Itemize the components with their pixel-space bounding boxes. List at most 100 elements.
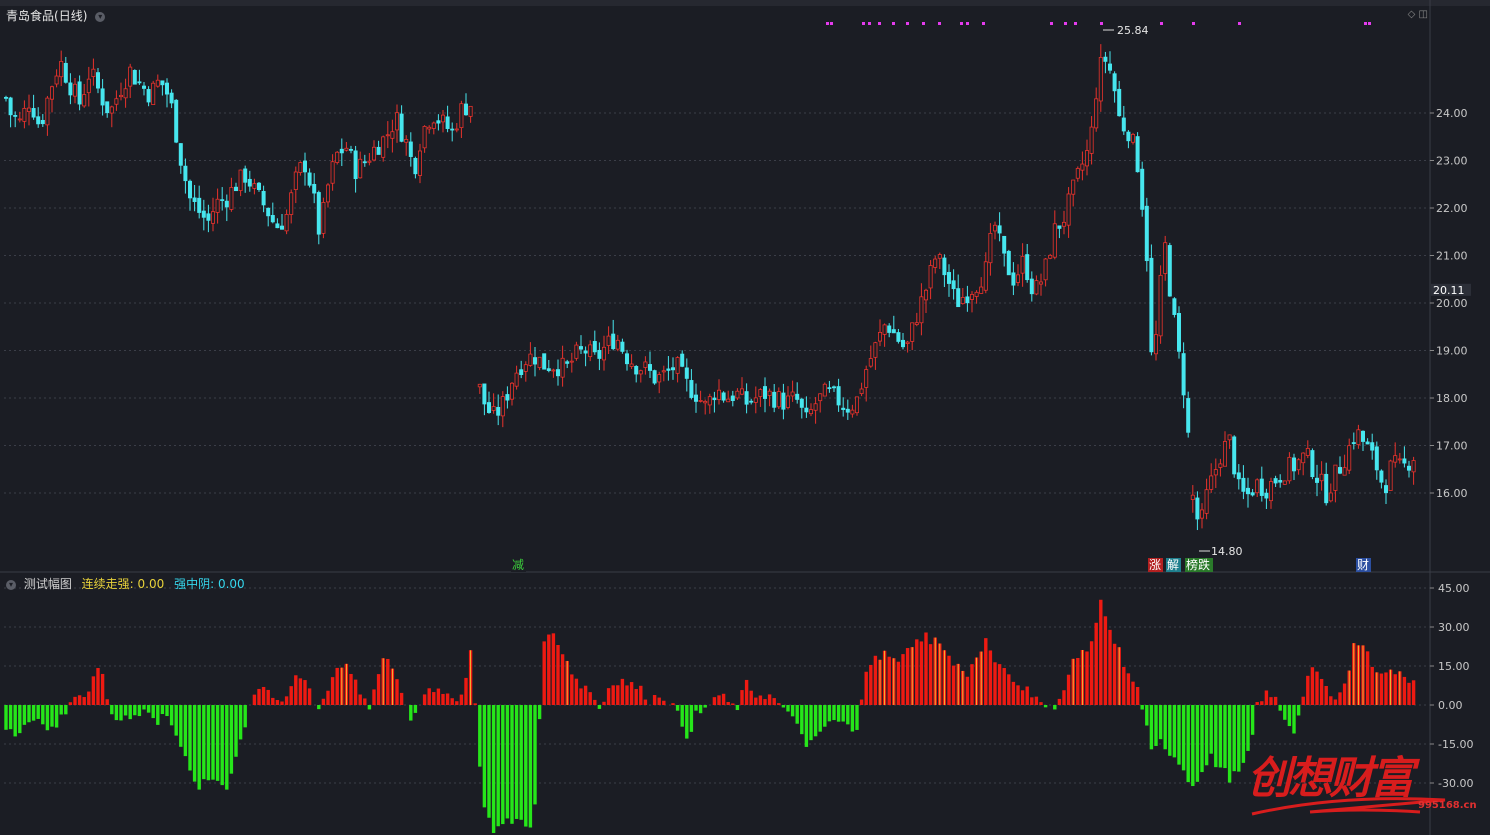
indicator-tick-label: -15.00 <box>1438 738 1473 751</box>
candle-body <box>1149 257 1154 353</box>
indicator-bar <box>41 705 45 725</box>
indicator-bar <box>1186 705 1190 783</box>
indicator-bar <box>372 689 376 705</box>
candle-body <box>1140 168 1145 210</box>
candle-body <box>100 88 105 106</box>
indicator-bar <box>68 702 73 705</box>
indicator-bar <box>192 705 197 782</box>
candle-body <box>795 393 800 400</box>
indicator-bar <box>303 680 307 705</box>
restore-icon[interactable]: ◫ <box>1419 9 1428 20</box>
candle-body <box>1223 441 1228 467</box>
candle-body <box>671 367 676 371</box>
indicator-bar <box>105 699 109 705</box>
candle-body <box>896 332 901 342</box>
candle-body <box>910 322 915 342</box>
diamond-icon[interactable]: ◇ <box>1408 9 1416 20</box>
indicator-bar <box>901 654 905 705</box>
indicator-bar <box>740 690 744 705</box>
candle-body <box>804 407 809 413</box>
indicator-bar <box>123 705 128 716</box>
price-tick-label: 17.00 <box>1436 440 1468 453</box>
indicator-bar <box>850 705 855 732</box>
indicator-bar <box>395 679 399 705</box>
candle-body <box>1236 472 1241 480</box>
candle-body <box>325 184 330 203</box>
indicator-bar <box>234 705 238 757</box>
indicator-bar <box>790 705 795 717</box>
candle-body <box>919 296 924 324</box>
indicator-bar <box>547 634 551 705</box>
indicator-menu-icon[interactable]: ▾ <box>6 579 16 590</box>
indicator-bar <box>643 699 648 705</box>
indicator-bar <box>1241 705 1246 763</box>
indicator-bar <box>142 705 146 710</box>
indicator-bar <box>156 705 160 725</box>
candle-body <box>629 363 634 367</box>
price-tick-label: 23.00 <box>1436 155 1468 168</box>
indicator-bar <box>1402 676 1407 705</box>
candle-body <box>606 335 611 346</box>
candle-body <box>417 150 422 176</box>
indicator-bar <box>422 694 427 705</box>
indicator-bar <box>18 705 22 734</box>
candle-body <box>956 288 961 308</box>
candle-body <box>1232 436 1237 475</box>
indicator-bar <box>54 705 59 728</box>
candle-body <box>178 143 183 166</box>
indicator-bar <box>685 705 689 739</box>
candle-body <box>648 364 653 371</box>
indicator-bar <box>1370 666 1374 705</box>
indicator-bar <box>1278 705 1282 711</box>
indicator-bar <box>514 705 519 819</box>
field2-label: 强中阴: <box>174 577 215 591</box>
indicator-bar <box>73 696 77 705</box>
candlestick-series <box>4 44 1416 531</box>
candle-body <box>1250 492 1255 496</box>
candle-body <box>96 72 101 89</box>
indicator-bar <box>1264 690 1269 705</box>
candle-body <box>753 397 758 403</box>
candle-body <box>965 296 970 304</box>
indicator-bar <box>1283 705 1287 720</box>
candle-body <box>1043 258 1048 281</box>
candle-body <box>1292 457 1297 472</box>
candle-body <box>1186 398 1191 433</box>
indicator-bar <box>579 688 583 705</box>
candle-body <box>979 286 984 294</box>
candle-body <box>905 341 910 344</box>
candle-body <box>1204 489 1209 514</box>
indicator-bar <box>1342 683 1347 705</box>
candle-body <box>243 168 248 183</box>
indicator-bar <box>321 698 326 705</box>
indicator-bar <box>464 677 468 705</box>
candle-body <box>689 380 694 398</box>
candle-body <box>1296 459 1301 471</box>
indicator-bar <box>524 705 528 827</box>
candle-body <box>514 372 519 387</box>
indicator-bar <box>275 700 280 705</box>
indicator-bar <box>110 705 114 715</box>
indicator-bar <box>77 695 82 705</box>
candle-body <box>146 89 151 103</box>
candle-body <box>1351 442 1356 444</box>
candle-body <box>13 115 18 117</box>
indicator-bar <box>280 701 284 705</box>
candle-body <box>730 395 735 401</box>
period-dropdown-icon[interactable]: ▾ <box>95 11 106 22</box>
indicator-bar <box>330 677 335 705</box>
candle-body <box>661 370 666 373</box>
candle-body <box>270 215 275 223</box>
candle-body <box>698 400 703 402</box>
candle-body <box>615 339 620 350</box>
indicator-bar <box>1384 672 1388 705</box>
indicator-bar <box>1214 705 1218 768</box>
indicator-bar <box>510 705 514 824</box>
candle-body <box>482 383 487 405</box>
candle-body <box>210 211 215 224</box>
chart-canvas: 24.00 23.00 22.00 21.00 20.00 19.00 18.00 17.00… <box>0 0 1490 835</box>
candle-body <box>638 370 643 375</box>
indicator-bar <box>335 667 339 705</box>
candle-body <box>970 294 975 300</box>
indicator-bar <box>836 705 841 722</box>
